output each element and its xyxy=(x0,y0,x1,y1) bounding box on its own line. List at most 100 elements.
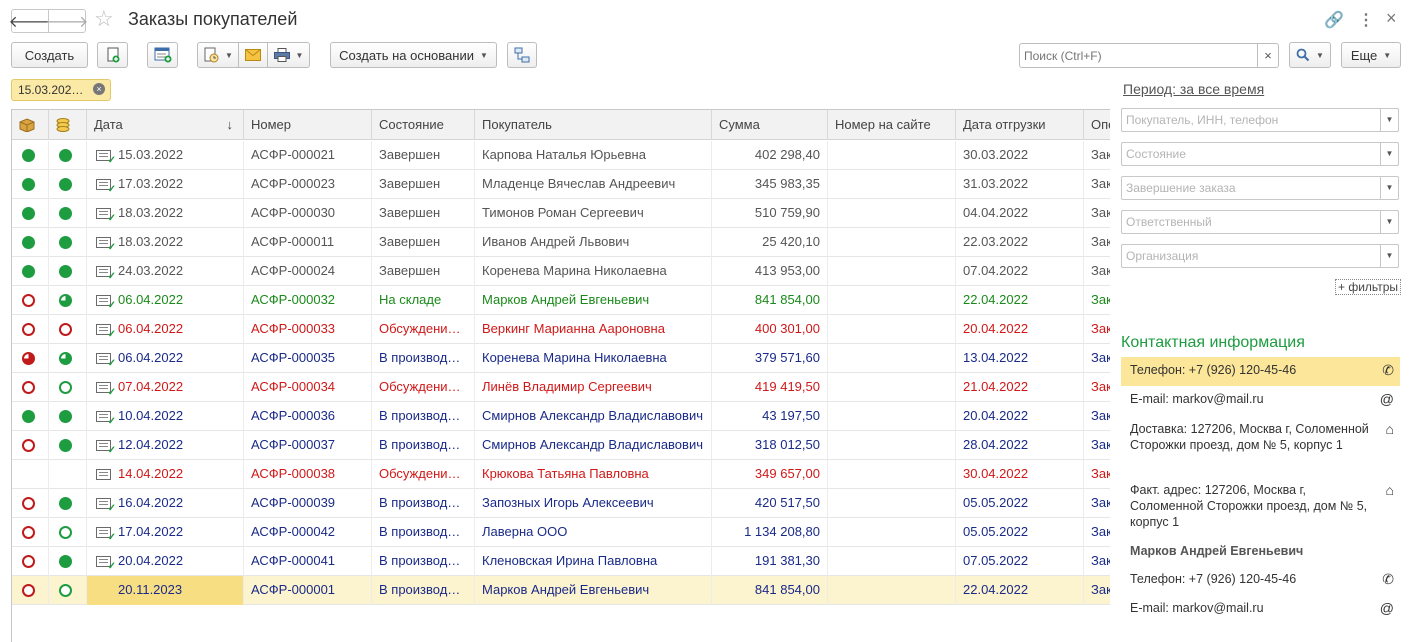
cell-date[interactable]: 18.03.2022 xyxy=(87,199,244,228)
column-header-sum[interactable]: Сумма xyxy=(712,110,828,140)
date-filter-chip[interactable]: 15.03.202… × xyxy=(11,79,111,101)
contact-email[interactable]: E-mail: markov@mail.ru @ xyxy=(1121,386,1400,415)
forward-button[interactable]: 🡒 xyxy=(46,9,88,33)
cell-buyer[interactable]: Линёв Владимир Сергеевич xyxy=(475,373,712,402)
column-header-number[interactable]: Номер xyxy=(244,110,372,140)
cell-num[interactable]: АСФР-000001 xyxy=(244,576,372,605)
cell-ship-date[interactable]: 20.04.2022 xyxy=(956,315,1084,344)
table-row[interactable]: 07.04.2022АСФР-000034Обсуждени…Линёв Вла… xyxy=(12,373,1110,402)
house-icon[interactable]: ⌂ xyxy=(1386,482,1394,498)
cell-buyer[interactable]: Марков Андрей Евгеньевич xyxy=(475,576,712,605)
search-options-button[interactable]: ▼ xyxy=(1289,42,1331,68)
structure-button[interactable] xyxy=(507,42,537,68)
cell-site[interactable] xyxy=(828,315,956,344)
cell-date[interactable]: 14.04.2022 xyxy=(87,460,244,489)
filter-responsible-field[interactable]: Ответственный ▼ xyxy=(1121,210,1399,234)
cell-state[interactable]: Завершен xyxy=(372,199,475,228)
cell-site[interactable] xyxy=(828,199,956,228)
cell-ship-date[interactable]: 21.04.2022 xyxy=(956,373,1084,402)
cell-buyer[interactable]: Коренева Марина Николаевна xyxy=(475,257,712,286)
cell-sum[interactable]: 345 983,35 xyxy=(712,170,828,199)
cell-date[interactable]: 06.04.2022 xyxy=(87,344,244,373)
cell-buyer[interactable]: Коренева Марина Николаевна xyxy=(475,344,712,373)
contact-delivery-address[interactable]: Доставка: 127206, Москва г, Соломенной С… xyxy=(1121,416,1400,472)
cell-num[interactable]: АСФР-000011 xyxy=(244,228,372,257)
cell-state[interactable]: В производ… xyxy=(372,489,475,518)
cell-ship-date[interactable]: 22.04.2022 xyxy=(956,286,1084,315)
cell-op[interactable]: Зак xyxy=(1084,170,1110,199)
cell-num[interactable]: АСФР-000038 xyxy=(244,460,372,489)
search-clear-button[interactable]: × xyxy=(1257,43,1279,68)
period-link[interactable]: Период: за все время xyxy=(1123,81,1264,97)
filter-organization-field[interactable]: Организация ▼ xyxy=(1121,244,1399,268)
cell-op[interactable]: Зак xyxy=(1084,141,1110,170)
cell-op[interactable]: Зак xyxy=(1084,373,1110,402)
filter-state-field[interactable]: Состояние ▼ xyxy=(1121,142,1399,166)
cell-date[interactable]: 07.04.2022 xyxy=(87,373,244,402)
cell-sum[interactable]: 841 854,00 xyxy=(712,576,828,605)
filter-buyer-field[interactable]: Покупатель, ИНН, телефон ▼ xyxy=(1121,108,1399,132)
cell-state[interactable]: Обсуждени… xyxy=(372,460,475,489)
cell-sum[interactable]: 420 517,50 xyxy=(712,489,828,518)
cell-num[interactable]: АСФР-000032 xyxy=(244,286,372,315)
cell-op[interactable]: Зак xyxy=(1084,489,1110,518)
chevron-down-icon[interactable]: ▼ xyxy=(1380,109,1398,131)
cell-ship-date[interactable]: 28.04.2022 xyxy=(956,431,1084,460)
cell-buyer[interactable]: Смирнов Александр Владиславович xyxy=(475,402,712,431)
column-header-ship-date[interactable]: Дата отгрузки xyxy=(956,110,1084,140)
table-row[interactable]: 16.04.2022АСФР-000039В производ…Запозных… xyxy=(12,489,1110,518)
column-header-site-number[interactable]: Номер на сайте xyxy=(828,110,956,140)
table-row[interactable]: 12.04.2022АСФР-000037В производ…Смирнов … xyxy=(12,431,1110,460)
at-icon[interactable]: @ xyxy=(1380,391,1394,407)
cell-date[interactable]: 10.04.2022 xyxy=(87,402,244,431)
cell-state[interactable]: В производ… xyxy=(372,344,475,373)
cell-site[interactable] xyxy=(828,170,956,199)
table-row[interactable]: 17.04.2022АСФР-000042В производ…Лаверна … xyxy=(12,518,1110,547)
cell-sum[interactable]: 25 420,10 xyxy=(712,228,828,257)
link-icon[interactable]: 🔗 xyxy=(1324,10,1344,30)
more-button[interactable]: Еще ▼ xyxy=(1341,42,1401,68)
print-button[interactable]: ▼ xyxy=(267,42,310,68)
table-row[interactable]: 20.04.2022АСФР-000041В производ…Кленовск… xyxy=(12,547,1110,576)
cell-num[interactable]: АСФР-000021 xyxy=(244,141,372,170)
phone-icon[interactable]: ✆ xyxy=(1382,362,1394,378)
cell-sum[interactable]: 841 854,00 xyxy=(712,286,828,315)
remove-filter-icon[interactable]: × xyxy=(93,83,105,95)
table-row[interactable]: 06.04.2022АСФР-000035В производ…Коренева… xyxy=(12,344,1110,373)
at-icon[interactable]: @ xyxy=(1380,600,1394,616)
cell-state[interactable]: В производ… xyxy=(372,402,475,431)
create-based-on-button[interactable]: Создать на основании ▼ xyxy=(330,42,497,68)
column-header-buyer[interactable]: Покупатель xyxy=(475,110,712,140)
cell-site[interactable] xyxy=(828,228,956,257)
table-row[interactable]: 18.03.2022АСФР-000011ЗавершенИванов Андр… xyxy=(12,228,1110,257)
cell-date[interactable]: 16.04.2022 xyxy=(87,489,244,518)
cell-site[interactable] xyxy=(828,431,956,460)
chevron-down-icon[interactable]: ▼ xyxy=(1380,143,1398,165)
cell-site[interactable] xyxy=(828,518,956,547)
cell-site[interactable] xyxy=(828,576,956,605)
cell-state[interactable]: Обсуждени… xyxy=(372,315,475,344)
column-header-operation[interactable]: Опе xyxy=(1084,110,1110,140)
cell-state[interactable]: В производ… xyxy=(372,518,475,547)
cell-op[interactable]: Зак xyxy=(1084,460,1110,489)
cell-date[interactable]: 20.11.2023 xyxy=(87,576,244,605)
cell-op[interactable]: Зак xyxy=(1084,344,1110,373)
cell-ship-date[interactable]: 05.05.2022 xyxy=(956,489,1084,518)
create-button[interactable]: Создать xyxy=(11,42,88,68)
column-header-shipment[interactable] xyxy=(49,110,87,140)
chevron-down-icon[interactable]: ▼ xyxy=(1380,211,1398,233)
cell-state[interactable]: В производ… xyxy=(372,431,475,460)
cell-num[interactable]: АСФР-000041 xyxy=(244,547,372,576)
cell-sum[interactable]: 43 197,50 xyxy=(712,402,828,431)
cell-sum[interactable]: 419 419,50 xyxy=(712,373,828,402)
cell-site[interactable] xyxy=(828,344,956,373)
table-row[interactable]: 10.04.2022АСФР-000036В производ…Смирнов … xyxy=(12,402,1110,431)
cell-num[interactable]: АСФР-000034 xyxy=(244,373,372,402)
table-row[interactable]: 18.03.2022АСФР-000030ЗавершенТимонов Ром… xyxy=(12,199,1110,228)
cell-buyer[interactable]: Смирнов Александр Владиславович xyxy=(475,431,712,460)
cell-sum[interactable]: 413 953,00 xyxy=(712,257,828,286)
copy-button[interactable] xyxy=(97,42,128,68)
cell-ship-date[interactable]: 20.04.2022 xyxy=(956,402,1084,431)
cell-state[interactable]: В производ… xyxy=(372,576,475,605)
cell-ship-date[interactable]: 05.05.2022 xyxy=(956,518,1084,547)
